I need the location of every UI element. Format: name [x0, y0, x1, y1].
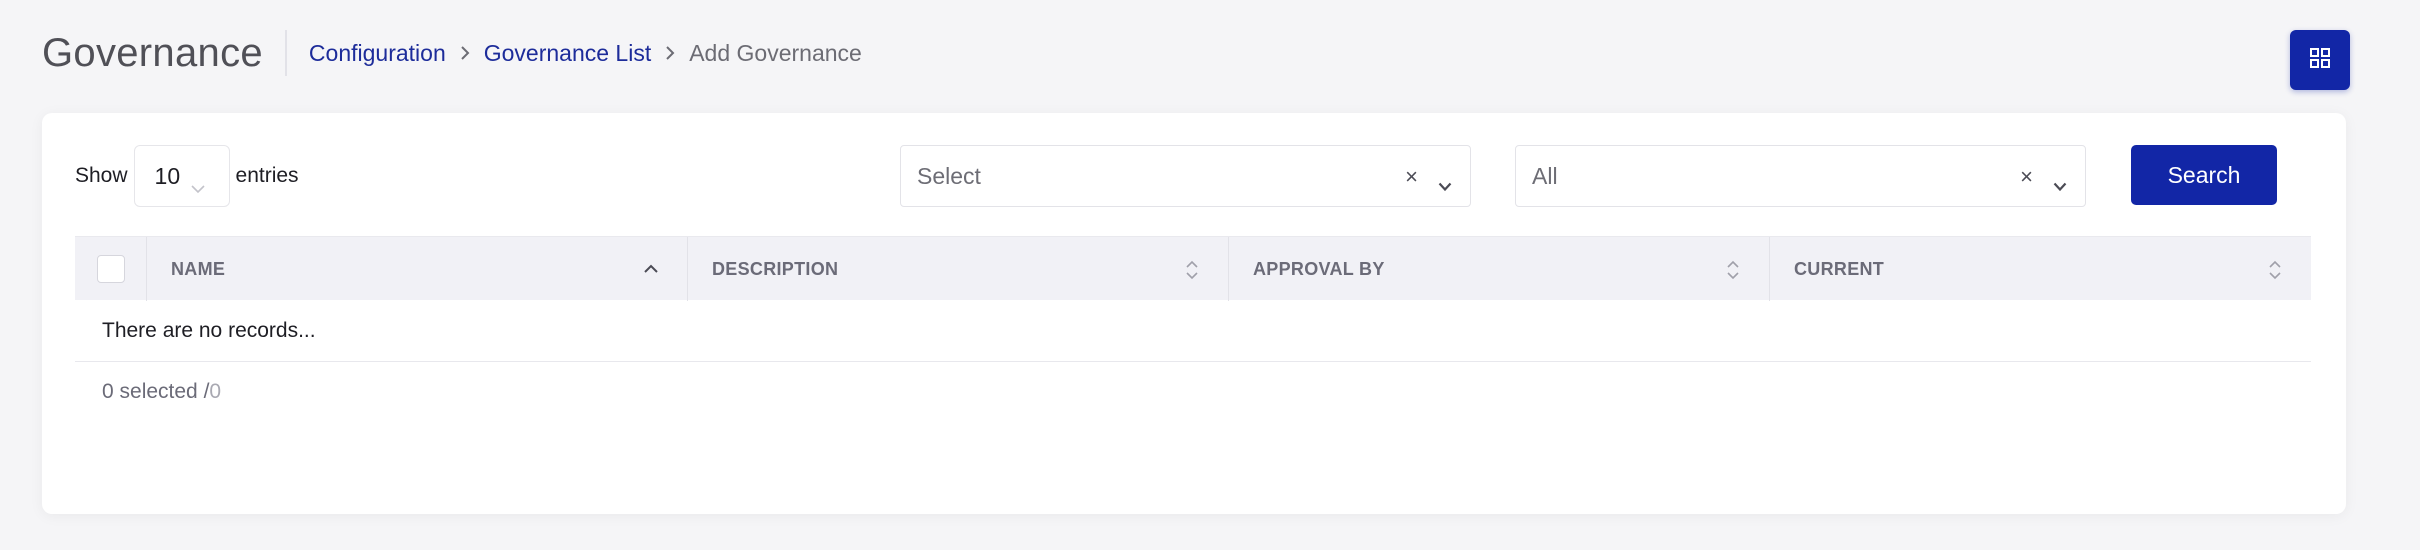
breadcrumb-current: Add Governance	[689, 39, 862, 66]
chevron-down-icon[interactable]	[1438, 171, 1452, 198]
column-header-label: NAME	[171, 258, 226, 279]
selected-count-text: 0 selected /	[102, 380, 210, 403]
clear-icon[interactable]: ×	[2020, 166, 2033, 188]
chevron-right-icon	[446, 45, 484, 61]
select-all-checkbox[interactable]	[96, 255, 125, 283]
show-label: Show	[75, 164, 128, 187]
grid-menu-button[interactable]	[2290, 30, 2350, 90]
clear-icon[interactable]: ×	[1405, 166, 1418, 188]
entries-value: 10	[154, 162, 181, 189]
column-header-label: DESCRIPTION	[712, 258, 839, 279]
column-header-name[interactable]: NAME	[147, 237, 688, 301]
sort-icon[interactable]	[2267, 259, 2283, 286]
table-toolbar: Show 10 entries Select × All × Search	[75, 145, 2346, 207]
title-divider	[284, 30, 287, 76]
governance-table: NAME DESCRIPTION APPROVAL BY CURRENT The…	[75, 236, 2311, 422]
empty-table-row: There are no records...	[75, 300, 2311, 362]
column-header-approval-by[interactable]: APPROVAL BY	[1229, 237, 1770, 301]
breadcrumb: Configuration Governance List Add Govern…	[309, 40, 862, 67]
breadcrumb-governance-list-link[interactable]: Governance List	[484, 40, 651, 67]
chevron-right-icon	[651, 45, 689, 61]
grid-icon	[2309, 47, 2331, 74]
page-header: Governance Configuration Governance List…	[42, 22, 2350, 90]
page-title: Governance	[42, 30, 263, 75]
selection-summary: 0 selected / 0	[75, 362, 2311, 422]
chevron-down-icon[interactable]	[2053, 171, 2067, 198]
total-count: 0	[209, 380, 222, 403]
page: Governance Configuration Governance List…	[0, 0, 2420, 550]
sort-icon[interactable]	[1725, 259, 1741, 286]
column-header-label: APPROVAL BY	[1253, 258, 1385, 279]
filter-select-1-placeholder: Select	[917, 162, 981, 189]
column-header-description[interactable]: DESCRIPTION	[688, 237, 1229, 301]
select-all-cell	[75, 237, 147, 301]
filter-select-1[interactable]: Select ×	[900, 145, 1471, 207]
entries-label: entries	[235, 164, 299, 187]
column-header-current[interactable]: CURRENT	[1770, 237, 2311, 301]
filter-select-2[interactable]: All ×	[1515, 145, 2086, 207]
show-entries: Show 10 entries	[75, 145, 299, 207]
search-button[interactable]: Search	[2131, 145, 2277, 205]
entries-per-page-select[interactable]: 10	[133, 145, 230, 207]
empty-message: There are no records...	[102, 318, 316, 342]
column-header-label: CURRENT	[1794, 258, 1885, 279]
filter-select-2-value: All	[1532, 162, 1558, 189]
breadcrumb-configuration-link[interactable]: Configuration	[309, 40, 446, 67]
chevron-down-icon	[190, 173, 205, 200]
sort-ascending-icon[interactable]	[643, 259, 659, 284]
table-header: NAME DESCRIPTION APPROVAL BY CURRENT	[75, 236, 2311, 301]
sort-icon[interactable]	[1184, 259, 1200, 286]
governance-card: Show 10 entries Select × All × Search NA…	[42, 113, 2346, 514]
